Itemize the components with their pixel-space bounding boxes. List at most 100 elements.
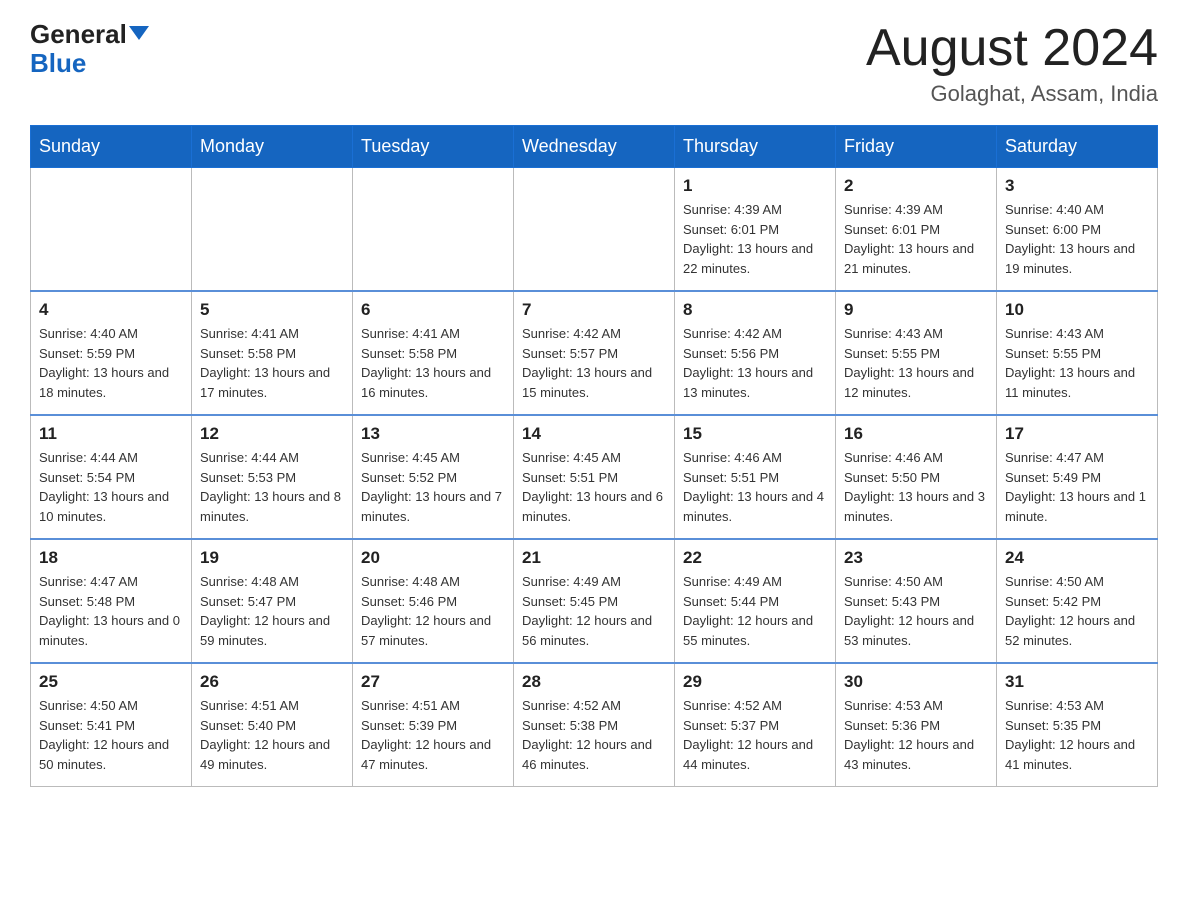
calendar-cell: 3 Sunrise: 4:40 AMSunset: 6:00 PMDaylight…	[997, 168, 1158, 292]
logo-blue: Blue	[30, 48, 86, 78]
calendar-cell: 24 Sunrise: 4:50 AMSunset: 5:42 PMDayligh…	[997, 539, 1158, 663]
calendar-cell	[514, 168, 675, 292]
day-number: 28	[522, 672, 666, 692]
calendar-cell: 8 Sunrise: 4:42 AMSunset: 5:56 PMDaylight…	[675, 291, 836, 415]
day-info: Sunrise: 4:53 AMSunset: 5:36 PMDaylight:…	[844, 696, 988, 774]
calendar-cell: 19Sunrise: 4:48 AMSunset: 5:47 PMDayligh…	[192, 539, 353, 663]
day-info: Sunrise: 4:44 AMSunset: 5:54 PMDaylight:…	[39, 448, 183, 526]
day-info: Sunrise: 4:50 AMSunset: 5:42 PMDaylight:…	[1005, 572, 1149, 650]
day-info: Sunrise: 4:46 AMSunset: 5:51 PMDaylight:…	[683, 448, 827, 526]
day-number: 22	[683, 548, 827, 568]
header-thursday: Thursday	[675, 126, 836, 168]
day-number: 12	[200, 424, 344, 444]
header-tuesday: Tuesday	[353, 126, 514, 168]
day-number: 23	[844, 548, 988, 568]
calendar-cell: 27 Sunrise: 4:51 AMSunset: 5:39 PMDayligh…	[353, 663, 514, 787]
day-info: Sunrise: 4:52 AMSunset: 5:37 PMDaylight:…	[683, 696, 827, 774]
day-number: 6	[361, 300, 505, 320]
day-number: 7	[522, 300, 666, 320]
calendar-week-row: 11 Sunrise: 4:44 AMSunset: 5:54 PMDayligh…	[31, 415, 1158, 539]
day-number: 15	[683, 424, 827, 444]
calendar-cell: 2Sunrise: 4:39 AMSunset: 6:01 PMDaylight…	[836, 168, 997, 292]
day-info: Sunrise: 4:50 AMSunset: 5:43 PMDaylight:…	[844, 572, 988, 650]
day-info: Sunrise: 4:41 AMSunset: 5:58 PMDaylight:…	[361, 324, 505, 402]
calendar-week-row: 25 Sunrise: 4:50 AMSunset: 5:41 PMDayligh…	[31, 663, 1158, 787]
day-number: 25	[39, 672, 183, 692]
calendar-cell: 6 Sunrise: 4:41 AMSunset: 5:58 PMDaylight…	[353, 291, 514, 415]
day-number: 27	[361, 672, 505, 692]
day-info: Sunrise: 4:48 AMSunset: 5:46 PMDaylight:…	[361, 572, 505, 650]
day-info: Sunrise: 4:40 AMSunset: 6:00 PMDaylight:…	[1005, 200, 1149, 278]
day-number: 29	[683, 672, 827, 692]
day-info: Sunrise: 4:51 AMSunset: 5:39 PMDaylight:…	[361, 696, 505, 774]
day-info: Sunrise: 4:50 AMSunset: 5:41 PMDaylight:…	[39, 696, 183, 774]
day-number: 4	[39, 300, 183, 320]
calendar-cell: 9 Sunrise: 4:43 AMSunset: 5:55 PMDaylight…	[836, 291, 997, 415]
calendar-cell: 1Sunrise: 4:39 AMSunset: 6:01 PMDaylight…	[675, 168, 836, 292]
day-info: Sunrise: 4:52 AMSunset: 5:38 PMDaylight:…	[522, 696, 666, 774]
day-info: Sunrise: 4:49 AMSunset: 5:45 PMDaylight:…	[522, 572, 666, 650]
calendar-cell: 30 Sunrise: 4:53 AMSunset: 5:36 PMDayligh…	[836, 663, 997, 787]
calendar-cell: 12 Sunrise: 4:44 AMSunset: 5:53 PMDayligh…	[192, 415, 353, 539]
calendar-cell: 16Sunrise: 4:46 AMSunset: 5:50 PMDayligh…	[836, 415, 997, 539]
day-info: Sunrise: 4:45 AMSunset: 5:52 PMDaylight:…	[361, 448, 505, 526]
calendar-cell: 21 Sunrise: 4:49 AMSunset: 5:45 PMDayligh…	[514, 539, 675, 663]
calendar-cell: 7 Sunrise: 4:42 AMSunset: 5:57 PMDaylight…	[514, 291, 675, 415]
day-number: 10	[1005, 300, 1149, 320]
calendar-week-row: 18Sunrise: 4:47 AMSunset: 5:48 PMDayligh…	[31, 539, 1158, 663]
day-info: Sunrise: 4:47 AMSunset: 5:49 PMDaylight:…	[1005, 448, 1149, 526]
calendar-cell: 23 Sunrise: 4:50 AMSunset: 5:43 PMDayligh…	[836, 539, 997, 663]
logo-area: General Blue	[30, 20, 149, 77]
day-number: 19	[200, 548, 344, 568]
calendar-cell: 15 Sunrise: 4:46 AMSunset: 5:51 PMDayligh…	[675, 415, 836, 539]
day-number: 24	[1005, 548, 1149, 568]
day-info: Sunrise: 4:43 AMSunset: 5:55 PMDaylight:…	[844, 324, 988, 402]
calendar-cell: 4 Sunrise: 4:40 AMSunset: 5:59 PMDaylight…	[31, 291, 192, 415]
day-info: Sunrise: 4:42 AMSunset: 5:57 PMDaylight:…	[522, 324, 666, 402]
header-wednesday: Wednesday	[514, 126, 675, 168]
page-header: General Blue August 2024 Golaghat, Assam…	[30, 20, 1158, 107]
calendar-cell: 28 Sunrise: 4:52 AMSunset: 5:38 PMDayligh…	[514, 663, 675, 787]
day-number: 31	[1005, 672, 1149, 692]
day-number: 30	[844, 672, 988, 692]
day-number: 3	[1005, 176, 1149, 196]
calendar-cell: 13 Sunrise: 4:45 AMSunset: 5:52 PMDayligh…	[353, 415, 514, 539]
day-info: Sunrise: 4:51 AMSunset: 5:40 PMDaylight:…	[200, 696, 344, 774]
logo-triangle-icon	[129, 26, 149, 40]
day-number: 26	[200, 672, 344, 692]
day-info: Sunrise: 4:41 AMSunset: 5:58 PMDaylight:…	[200, 324, 344, 402]
calendar-week-row: 1Sunrise: 4:39 AMSunset: 6:01 PMDaylight…	[31, 168, 1158, 292]
day-number: 1	[683, 176, 827, 196]
day-number: 8	[683, 300, 827, 320]
day-number: 11	[39, 424, 183, 444]
day-number: 14	[522, 424, 666, 444]
header-monday: Monday	[192, 126, 353, 168]
header-sunday: Sunday	[31, 126, 192, 168]
calendar-cell: 11 Sunrise: 4:44 AMSunset: 5:54 PMDayligh…	[31, 415, 192, 539]
calendar-cell: 14 Sunrise: 4:45 AMSunset: 5:51 PMDayligh…	[514, 415, 675, 539]
title-area: August 2024 Golaghat, Assam, India	[866, 20, 1158, 107]
logo: General Blue	[30, 20, 149, 77]
header-friday: Friday	[836, 126, 997, 168]
day-info: Sunrise: 4:40 AMSunset: 5:59 PMDaylight:…	[39, 324, 183, 402]
calendar-cell	[353, 168, 514, 292]
day-number: 21	[522, 548, 666, 568]
calendar-cell: 17 Sunrise: 4:47 AMSunset: 5:49 PMDayligh…	[997, 415, 1158, 539]
day-number: 13	[361, 424, 505, 444]
day-info: Sunrise: 4:47 AMSunset: 5:48 PMDaylight:…	[39, 572, 183, 650]
day-number: 5	[200, 300, 344, 320]
calendar-header-row: SundayMondayTuesdayWednesdayThursdayFrid…	[31, 126, 1158, 168]
day-info: Sunrise: 4:45 AMSunset: 5:51 PMDaylight:…	[522, 448, 666, 526]
header-saturday: Saturday	[997, 126, 1158, 168]
day-info: Sunrise: 4:44 AMSunset: 5:53 PMDaylight:…	[200, 448, 344, 526]
day-info: Sunrise: 4:46 AMSunset: 5:50 PMDaylight:…	[844, 448, 988, 526]
calendar-cell: 31Sunrise: 4:53 AMSunset: 5:35 PMDayligh…	[997, 663, 1158, 787]
day-number: 20	[361, 548, 505, 568]
calendar-cell: 5 Sunrise: 4:41 AMSunset: 5:58 PMDaylight…	[192, 291, 353, 415]
calendar-cell: 20 Sunrise: 4:48 AMSunset: 5:46 PMDayligh…	[353, 539, 514, 663]
day-info: Sunrise: 4:49 AMSunset: 5:44 PMDaylight:…	[683, 572, 827, 650]
day-number: 9	[844, 300, 988, 320]
day-info: Sunrise: 4:42 AMSunset: 5:56 PMDaylight:…	[683, 324, 827, 402]
calendar-cell	[31, 168, 192, 292]
day-number: 17	[1005, 424, 1149, 444]
